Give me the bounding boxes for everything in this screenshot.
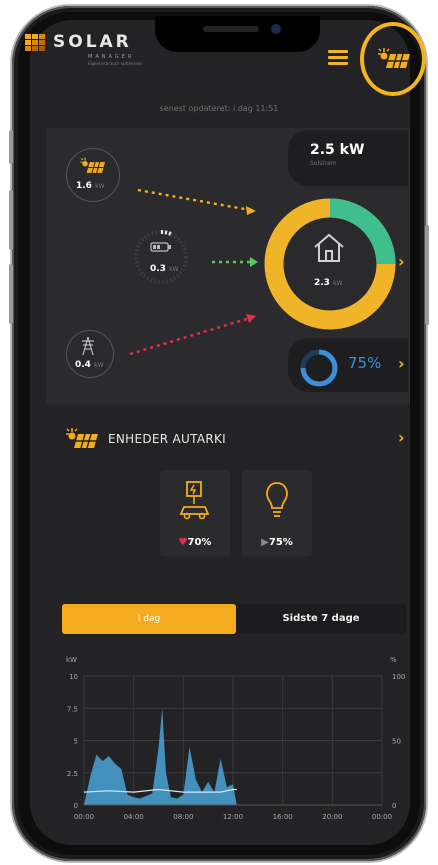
energy-chart: 107.552.5010050000:00 04:00 08:00 12:00 16:0…: [67, 673, 406, 821]
x-tick-label: 20:00: [322, 813, 342, 821]
y-tick-label: 0: [74, 802, 78, 810]
y-tick-label: 5: [74, 738, 78, 746]
x-tick-label: 08:00: [173, 813, 193, 821]
notch: [155, 16, 320, 52]
x-tick-label: 16:00: [273, 813, 293, 821]
x-tick-label: 00:00: [372, 813, 392, 821]
x-tick-label: 04:00: [124, 813, 144, 821]
y-tick-label: 2.5: [67, 770, 78, 778]
x-tick-label: 00:00: [74, 813, 94, 821]
y-tick-label: 10: [69, 673, 78, 681]
x-tick-label: 12:00: [223, 813, 243, 821]
y2-tick-label: 50: [392, 738, 401, 746]
y2-tick-label: 0: [392, 802, 396, 810]
y2-tick-label: 100: [392, 673, 405, 681]
y-tick-label: 7.5: [67, 705, 78, 713]
